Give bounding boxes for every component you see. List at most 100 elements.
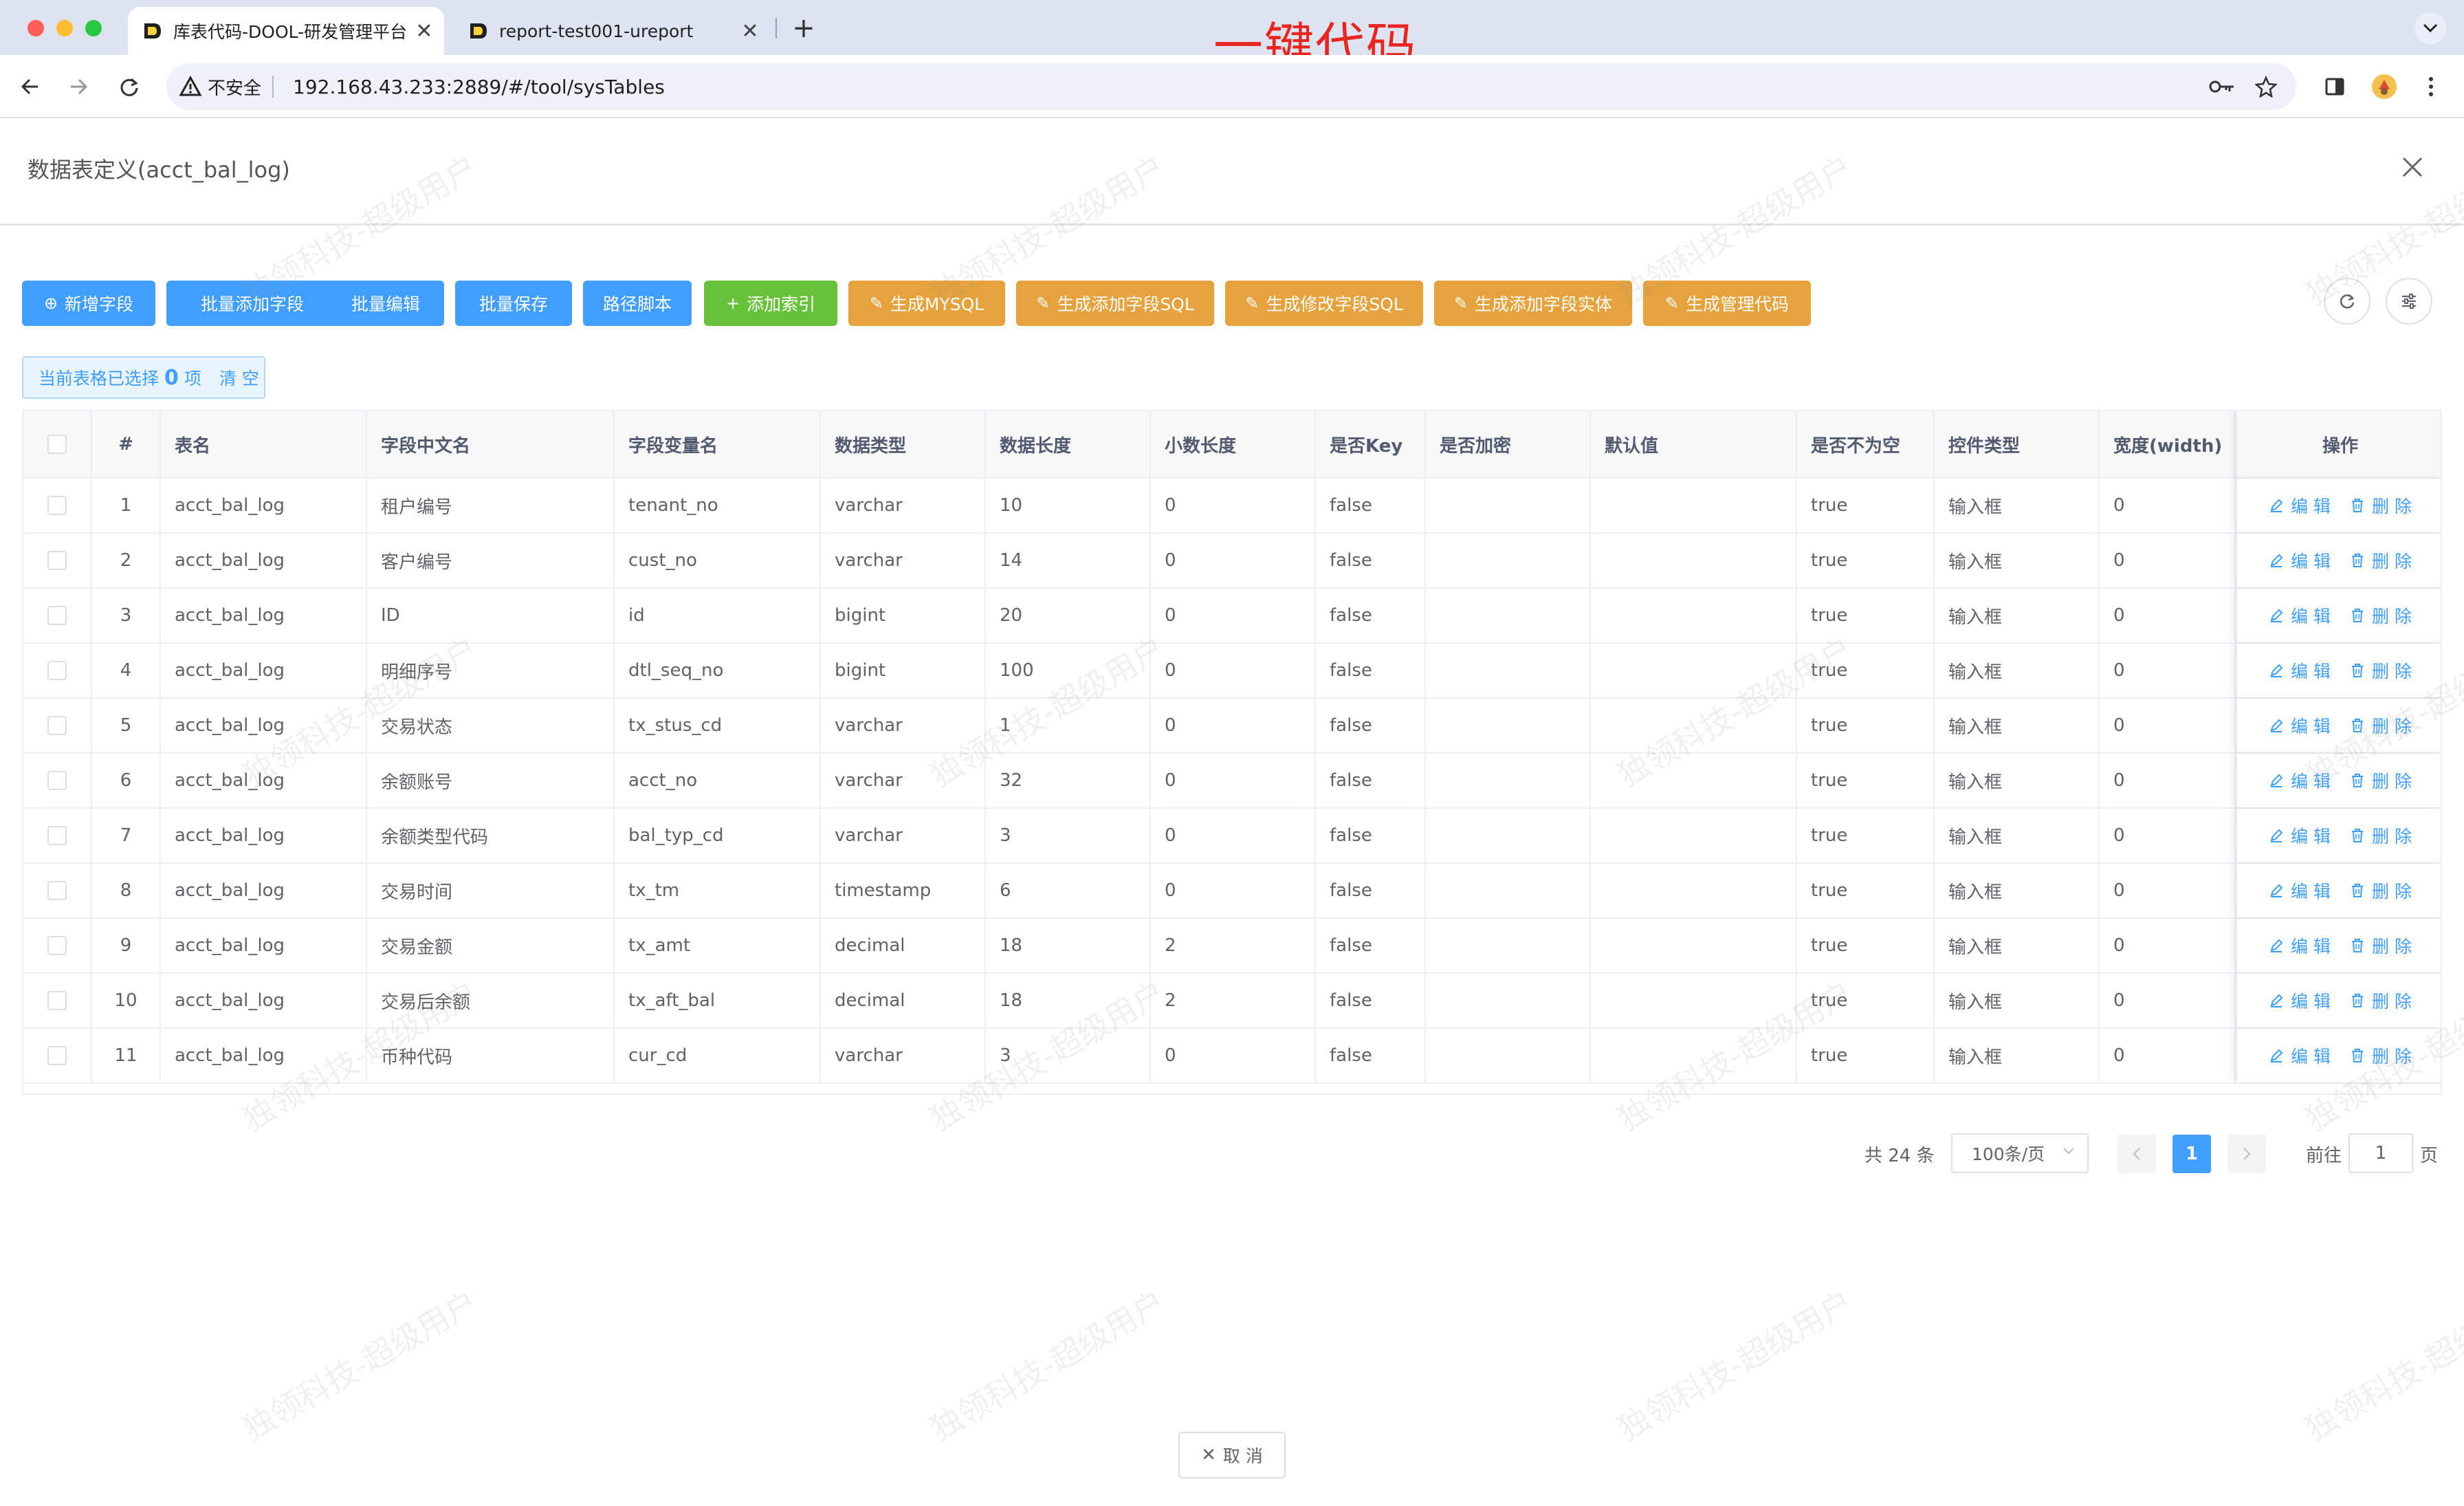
table-cell: 0 bbox=[2100, 699, 2236, 752]
url-text[interactable]: 192.168.43.233:2889/#/tool/sysTables bbox=[293, 76, 665, 98]
row-checkbox[interactable] bbox=[47, 881, 67, 900]
delete-label: 删 除 bbox=[2372, 937, 2412, 957]
delete-row-button[interactable]: 删 除 bbox=[2350, 768, 2412, 793]
row-select-cell bbox=[23, 974, 92, 1027]
table-cell: 0 bbox=[2100, 809, 2236, 862]
edit-label: 编 辑 bbox=[2291, 496, 2331, 516]
edit-row-button[interactable]: 编 辑 bbox=[2269, 988, 2331, 1013]
browser-tab-inactive[interactable]: report-test001-ureport ✕ bbox=[454, 7, 770, 55]
row-checkbox[interactable] bbox=[47, 606, 67, 625]
table-cell: 20 bbox=[986, 589, 1151, 642]
watermark-text: 独领科技-超级用户 bbox=[1611, 1283, 1859, 1448]
tab-close-icon[interactable]: ✕ bbox=[412, 19, 436, 43]
row-checkbox[interactable] bbox=[47, 826, 67, 845]
generate-manage-code-button[interactable]: ✎ 生成管理代码 bbox=[1643, 281, 1811, 326]
security-label[interactable]: 不安全 bbox=[208, 74, 261, 100]
clear-selection-link[interactable]: 清 空 bbox=[219, 365, 259, 390]
batch-edit-button[interactable]: 批量编辑 bbox=[327, 281, 444, 326]
chevron-left-icon bbox=[2133, 1148, 2140, 1160]
button-label: 批量保存 bbox=[478, 294, 548, 314]
path-script-button[interactable]: 路径脚本 bbox=[583, 281, 692, 326]
delete-row-button[interactable]: 删 除 bbox=[2350, 493, 2412, 518]
row-checkbox[interactable] bbox=[47, 496, 67, 515]
table-cell: 18 bbox=[986, 974, 1151, 1027]
row-checkbox[interactable] bbox=[47, 771, 67, 790]
reload-button[interactable] bbox=[113, 70, 146, 103]
edit-row-button[interactable]: 编 辑 bbox=[2269, 878, 2331, 903]
delete-row-button[interactable]: 删 除 bbox=[2350, 713, 2412, 738]
delete-row-button[interactable]: 删 除 bbox=[2350, 933, 2412, 958]
button-label: 生成添加字段SQL bbox=[1057, 294, 1194, 314]
tab-close-icon[interactable]: ✕ bbox=[738, 19, 762, 43]
profile-button[interactable] bbox=[2368, 70, 2401, 103]
browser-tab-active[interactable]: 库表代码-DOOL-研发管理平台 ✕ bbox=[128, 7, 444, 55]
browser-menu-button[interactable] bbox=[2414, 70, 2448, 103]
table-cell bbox=[1591, 479, 1797, 532]
delete-row-button[interactable]: 删 除 bbox=[2350, 603, 2412, 628]
tab-search-button[interactable] bbox=[2414, 12, 2446, 44]
edit-row-button[interactable]: 编 辑 bbox=[2269, 823, 2331, 848]
add-index-button[interactable]: + 添加索引 bbox=[704, 281, 837, 326]
row-actions: 编 辑删 除 bbox=[2236, 919, 2441, 972]
tab-label: 库表代码-DOOL-研发管理平台 bbox=[173, 22, 408, 42]
row-actions: 编 辑删 除 bbox=[2236, 534, 2441, 587]
edit-icon bbox=[2270, 609, 2283, 622]
table-cell: 输入框 bbox=[1935, 864, 2100, 917]
edit-row-button[interactable]: 编 辑 bbox=[2269, 768, 2331, 793]
add-field-button[interactable]: ⊕ 新增字段 bbox=[22, 281, 155, 326]
edit-row-button[interactable]: 编 辑 bbox=[2269, 1043, 2331, 1068]
password-key-button[interactable] bbox=[2206, 70, 2238, 103]
delete-row-button[interactable]: 删 除 bbox=[2350, 988, 2412, 1013]
window-minimize-button[interactable] bbox=[56, 20, 73, 36]
delete-row-button[interactable]: 删 除 bbox=[2350, 658, 2412, 683]
edit-row-button[interactable]: 编 辑 bbox=[2269, 493, 2331, 518]
page-size-select[interactable]: 100条/页 bbox=[1951, 1133, 2089, 1173]
cancel-button[interactable]: ✕ 取 消 bbox=[1178, 1432, 1286, 1478]
generate-modify-field-sql-button[interactable]: ✎ 生成修改字段SQL bbox=[1225, 281, 1423, 326]
row-checkbox[interactable] bbox=[47, 661, 67, 680]
row-checkbox[interactable] bbox=[47, 716, 67, 735]
bookmark-button[interactable] bbox=[2250, 70, 2282, 103]
prev-page-button[interactable] bbox=[2118, 1135, 2156, 1173]
select-all-checkbox[interactable] bbox=[47, 435, 67, 454]
column-settings-button[interactable] bbox=[2386, 278, 2432, 325]
table-cell: false bbox=[1316, 479, 1426, 532]
page-number-button[interactable]: 1 bbox=[2172, 1135, 2211, 1173]
back-button[interactable] bbox=[14, 70, 47, 103]
table-cell: false bbox=[1316, 974, 1426, 1027]
batch-add-fields-button[interactable]: 批量添加字段 bbox=[166, 281, 338, 326]
address-bar[interactable]: 不安全 192.168.43.233:2889/#/tool/sysTables bbox=[166, 63, 2296, 110]
forward-button[interactable] bbox=[62, 70, 95, 103]
refresh-button[interactable] bbox=[2324, 278, 2370, 325]
batch-save-button[interactable]: 批量保存 bbox=[455, 281, 572, 326]
edit-row-button[interactable]: 编 辑 bbox=[2269, 933, 2331, 958]
generate-mysql-button[interactable]: ✎ 生成MYSQL bbox=[848, 281, 1005, 326]
window-close-button[interactable] bbox=[28, 20, 44, 36]
table-cell: 0 bbox=[2100, 974, 2236, 1027]
goto-label: 前往 bbox=[2306, 1146, 2342, 1166]
delete-row-button[interactable]: 删 除 bbox=[2350, 878, 2412, 903]
row-checkbox[interactable] bbox=[47, 551, 67, 570]
delete-row-button[interactable]: 删 除 bbox=[2350, 823, 2412, 848]
goto-page-input[interactable]: 1 bbox=[2348, 1133, 2413, 1173]
new-tab-button[interactable]: + bbox=[788, 12, 820, 44]
side-panel-button[interactable] bbox=[2318, 70, 2351, 103]
row-checkbox[interactable] bbox=[47, 991, 67, 1010]
generate-add-field-sql-button[interactable]: ✎ 生成添加字段SQL bbox=[1016, 281, 1214, 326]
edit-row-button[interactable]: 编 辑 bbox=[2269, 713, 2331, 738]
delete-row-button[interactable]: 删 除 bbox=[2350, 548, 2412, 573]
trash-icon bbox=[2352, 609, 2363, 622]
window-zoom-button[interactable] bbox=[85, 20, 102, 36]
table-cell bbox=[1426, 754, 1591, 807]
row-checkbox[interactable] bbox=[47, 936, 67, 955]
next-page-button[interactable] bbox=[2228, 1135, 2266, 1173]
close-icon[interactable] bbox=[2395, 150, 2430, 184]
delete-row-button[interactable]: 删 除 bbox=[2350, 1043, 2412, 1068]
edit-row-button[interactable]: 编 辑 bbox=[2269, 658, 2331, 683]
row-checkbox[interactable] bbox=[47, 1046, 67, 1065]
edit-row-button[interactable]: 编 辑 bbox=[2269, 548, 2331, 573]
edit-row-button[interactable]: 编 辑 bbox=[2269, 603, 2331, 628]
table-cell bbox=[1426, 589, 1591, 642]
generate-add-field-entity-button[interactable]: ✎ 生成添加字段实体 bbox=[1434, 281, 1632, 326]
watermark-text: 独领科技-超级用户 bbox=[2298, 1283, 2464, 1448]
